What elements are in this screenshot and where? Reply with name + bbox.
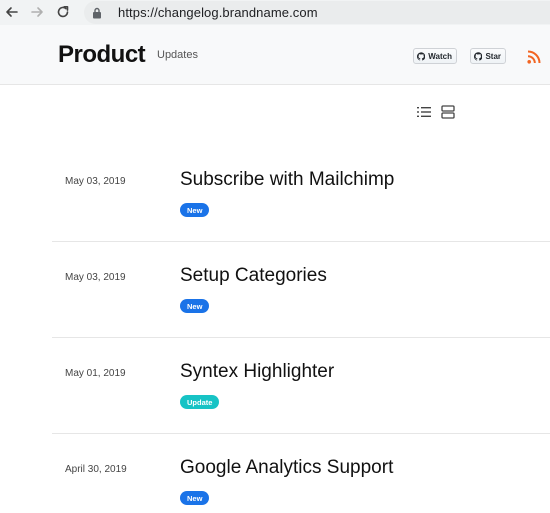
lock-icon (92, 6, 104, 20)
github-watch-button[interactable]: Watch (413, 48, 457, 64)
status-badge[interactable]: New (180, 299, 210, 313)
arrow-right-icon (31, 7, 43, 17)
browser-toolbar: https://changelog.brandname.com (0, 0, 550, 25)
status-badge[interactable]: New (180, 491, 210, 505)
arrow-left-icon (6, 7, 18, 17)
entry-date: May 01, 2019 (65, 368, 126, 379)
url-text[interactable]: https://changelog.brandname.com (118, 5, 318, 20)
entry-title[interactable]: Google Analytics Support (180, 457, 393, 479)
changelog-entry: May 03, 2019 Subscribe with Mailchimp Ne… (52, 146, 550, 242)
nav-link-updates[interactable]: Updates (157, 49, 198, 61)
reload-icon (57, 6, 69, 18)
forward-button[interactable] (29, 4, 45, 20)
rss-icon[interactable] (527, 50, 541, 64)
brand-logo[interactable]: Product (58, 41, 146, 69)
star-label: Star (485, 51, 501, 61)
status-badge[interactable]: Update (180, 395, 220, 409)
entry-title[interactable]: Syntex Highlighter (180, 361, 334, 383)
changelog-entry: May 03, 2019 Setup Categories New (52, 242, 550, 338)
back-button[interactable] (4, 4, 20, 20)
changelog-entry: May 01, 2019 Syntex Highlighter Update (52, 338, 550, 434)
changelog-entry: April 30, 2019 Google Analytics Support … (52, 434, 550, 513)
github-icon (417, 51, 426, 60)
entry-date: May 03, 2019 (65, 272, 126, 283)
entry-title[interactable]: Setup Categories (180, 265, 327, 287)
entry-date: April 30, 2019 (65, 464, 127, 475)
address-bar[interactable]: https://changelog.brandname.com (84, 1, 550, 24)
entry-title[interactable]: Subscribe with Mailchimp (180, 169, 394, 191)
watch-label: Watch (428, 51, 452, 61)
github-star-button[interactable]: Star (470, 48, 506, 64)
github-icon (474, 51, 483, 61)
list-view-icon[interactable] (417, 106, 431, 118)
card-view-icon[interactable] (441, 105, 455, 119)
reload-button[interactable] (55, 4, 71, 20)
entry-date: May 03, 2019 (65, 176, 126, 187)
site-header: Product Updates Watch Star (0, 25, 550, 85)
status-badge[interactable]: New (180, 203, 210, 217)
